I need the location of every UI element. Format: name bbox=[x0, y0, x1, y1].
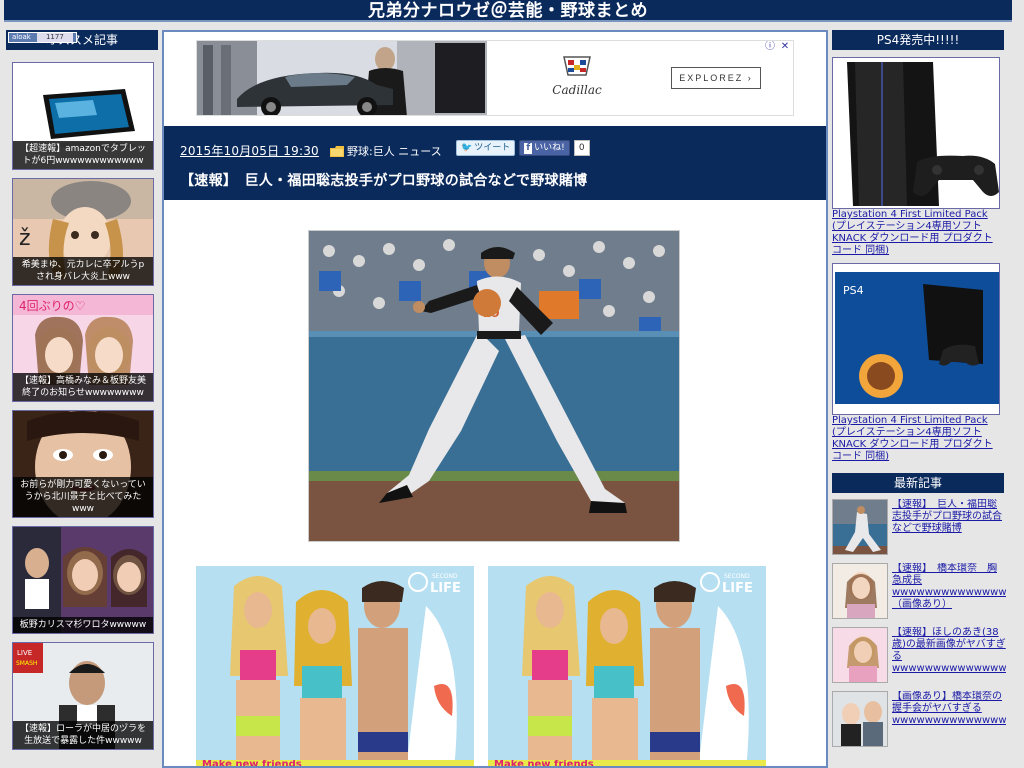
site-title-link[interactable]: 兄弟分ナロウゼ＠芸能・野球まとめ bbox=[4, 0, 1012, 22]
social-buttons: 🐦 ツイート f いいね! 0 bbox=[456, 140, 590, 156]
ps4-heading: PS4発売中!!!!! bbox=[832, 30, 1004, 50]
svg-text:PS4: PS4 bbox=[843, 284, 864, 297]
latest-item[interactable]: 【速報】 橋本環奈 胸急成長wwwwwwwwwwwwwwwwwww（画像あり） bbox=[832, 563, 1006, 621]
cadillac-crest-icon bbox=[563, 56, 591, 76]
facebook-like-button[interactable]: f いいね! bbox=[519, 140, 570, 156]
ps4-box-image: PS4 bbox=[833, 264, 999, 414]
recommended-caption: お前らが剛力可愛くないっていうから北川景子と比べてみたwww bbox=[13, 477, 153, 517]
latest-thumb-image bbox=[833, 564, 887, 618]
counter-badge[interactable]: aloak 1177 bbox=[8, 32, 77, 43]
like-count: 0 bbox=[573, 140, 590, 156]
main-content: Cadillac EXPLOREZ › ⓘ ✕ 2015年10月05日 19:3… bbox=[162, 30, 828, 768]
tweet-button[interactable]: 🐦 ツイート bbox=[456, 140, 516, 156]
second-life-banner[interactable]: SECOND LIFE Make new friends bbox=[488, 566, 766, 766]
recommended-item-collage[interactable]: 4回ぶりの♡ 【速報】高橋みなみ＆板野友美終了のお知らせwwwwwwww bbox=[12, 294, 154, 402]
latest-item[interactable]: 【画像あり】橋本環奈の握手会がヤバすぎるwwwwwwwwwwwwwwwwwwww… bbox=[832, 691, 1006, 749]
latest-title: 【速報】ほしのあき(38歳)の最新画像がヤバすぎるwwwwwwwwwwwwwww… bbox=[892, 627, 1006, 674]
ad-brand-block: Cadillac bbox=[527, 55, 627, 97]
recommended-item-tablet[interactable]: 【超速報】amazonでタブレットが6円wwwwwwwwwwww bbox=[12, 62, 154, 170]
svg-text:4回ぶりの♡: 4回ぶりの♡ bbox=[19, 299, 85, 313]
recommended-caption: 希美まゆ、元カレに卒アルうp され身バレ大炎上www bbox=[13, 257, 153, 285]
recommended-caption: 【超速報】amazonでタブレットが6円wwwwwwwwwwww bbox=[13, 141, 153, 169]
latest-title: 【画像あり】橋本環奈の握手会がヤバすぎるwwwwwwwwwwwwwwwwwwww… bbox=[892, 691, 1006, 726]
svg-text:SECOND: SECOND bbox=[724, 573, 750, 580]
post-category-link[interactable]: 野球:巨人 ニュース bbox=[347, 143, 442, 159]
left-sidebar: aloak 1177 オススメ記事 【超速報】amazonでタブレットが6円ww… bbox=[6, 30, 158, 768]
recommended-item-photo[interactable]: ž 希美まゆ、元カレに卒アルうp され身バレ大炎上www bbox=[12, 178, 154, 286]
latest-heading: 最新記事 bbox=[832, 473, 1004, 493]
ad-info-icon[interactable]: ⓘ bbox=[764, 41, 776, 53]
header-bar: 兄弟分ナロウゼ＠芸能・野球まとめ bbox=[4, 0, 1012, 22]
latest-title: 【速報】 巨人・福田聡志投手がプロ野球の試合などで野球賭博 bbox=[892, 499, 1002, 534]
folder-icon bbox=[330, 145, 344, 157]
latest-item[interactable]: 【速報】 巨人・福田聡志投手がプロ野球の試合などで野球賭博 bbox=[832, 499, 1006, 557]
post-header: 2015年10月05日 19:30 野球:巨人 ニュース 🐦 ツイート f いい… bbox=[164, 126, 826, 200]
pitcher-photo: 29 bbox=[309, 231, 679, 541]
second-life-banner[interactable]: SECOND LIFE Make new friends bbox=[196, 566, 474, 766]
svg-text:LIVE: LIVE bbox=[17, 649, 32, 657]
ps4-console-image bbox=[833, 58, 999, 208]
ps4-box-photo: PS4 bbox=[832, 263, 1000, 415]
banner-footer-text: Make new friends bbox=[196, 760, 474, 766]
svg-text:SMASH: SMASH bbox=[16, 660, 37, 667]
ad-close-icon[interactable]: ✕ bbox=[779, 41, 791, 53]
ad-controls: ⓘ ✕ bbox=[764, 41, 791, 53]
svg-text:LIFE: LIFE bbox=[722, 581, 753, 596]
svg-text:SECOND: SECOND bbox=[432, 573, 458, 580]
latest-thumb-image bbox=[833, 628, 887, 682]
svg-text:ž: ž bbox=[19, 226, 31, 251]
second-life-ad-art: SECOND LIFE bbox=[196, 566, 474, 766]
recommended-item-face[interactable]: お前らが剛力可愛くないっていうから北川景子と比べてみたwww bbox=[12, 410, 154, 518]
recommended-heading: aloak 1177 オススメ記事 bbox=[6, 30, 158, 50]
recommended-caption: 板野カリスマ杉ワロタwwwww bbox=[13, 617, 153, 633]
twitter-icon: 🐦 bbox=[461, 143, 473, 153]
ad-brand-name: Cadillac bbox=[552, 83, 602, 97]
recommended-item-tv[interactable]: 板野カリスマ杉ワロタwwwww bbox=[12, 526, 154, 634]
latest-thumb bbox=[832, 563, 888, 619]
right-sidebar: PS4発売中!!!!! Playstation 4 First Limited … bbox=[832, 30, 1006, 749]
second-life-ad-art: SECOND LIFE bbox=[488, 566, 766, 766]
latest-thumb bbox=[832, 499, 888, 555]
ps4-product-title: Playstation 4 First Limited Pack (プレイステー… bbox=[832, 415, 993, 462]
post-category: 野球:巨人 ニュース bbox=[330, 143, 442, 159]
article-photo: 29 bbox=[308, 230, 680, 542]
post-title: 【速報】 巨人・福田聡志投手がプロ野球の試合などで野球賭博 bbox=[180, 173, 588, 189]
site-header: 兄弟分ナロウゼ＠芸能・野球まとめ bbox=[0, 0, 1024, 24]
recommended-caption: 【速報】高橋みなみ＆板野友美終了のお知らせwwwwwwww bbox=[13, 373, 153, 401]
top-ad-banner[interactable]: Cadillac EXPLOREZ › ⓘ ✕ bbox=[196, 40, 794, 116]
ps4-product-1[interactable]: Playstation 4 First Limited Pack (プレイステー… bbox=[832, 57, 1006, 257]
latest-title: 【速報】 橋本環奈 胸急成長wwwwwwwwwwwwwwwwwww（画像あり） bbox=[892, 563, 1006, 610]
latest-thumb-image bbox=[833, 500, 887, 554]
recommended-caption: 【速報】ローラが中居のヅラを生放送で暴露した件wwwww bbox=[13, 721, 153, 749]
recommended-item-stage[interactable]: LIVE SMASH 【速報】ローラが中居のヅラを生放送で暴露した件wwwww bbox=[12, 642, 154, 750]
banner-footer-text: Make new friends bbox=[488, 760, 766, 766]
facebook-icon: f bbox=[524, 142, 533, 154]
latest-thumb bbox=[832, 691, 888, 747]
latest-thumb bbox=[832, 627, 888, 683]
post-date-link[interactable]: 2015年10月05日 19:30 bbox=[180, 142, 319, 159]
latest-thumb-image bbox=[833, 692, 887, 746]
latest-item[interactable]: 【速報】ほしのあき(38歳)の最新画像がヤバすぎるwwwwwwwwwwwwwww… bbox=[832, 627, 1006, 685]
car-ad-photo bbox=[197, 41, 487, 115]
svg-text:LIFE: LIFE bbox=[430, 581, 461, 596]
ps4-product-2[interactable]: PS4 Playstation 4 First Limited Pack (プレ… bbox=[832, 263, 1006, 463]
ps4-console-photo bbox=[832, 57, 1000, 209]
ps4-product-title: Playstation 4 First Limited Pack (プレイステー… bbox=[832, 209, 993, 256]
ad-cta-button[interactable]: EXPLOREZ › bbox=[671, 67, 761, 89]
